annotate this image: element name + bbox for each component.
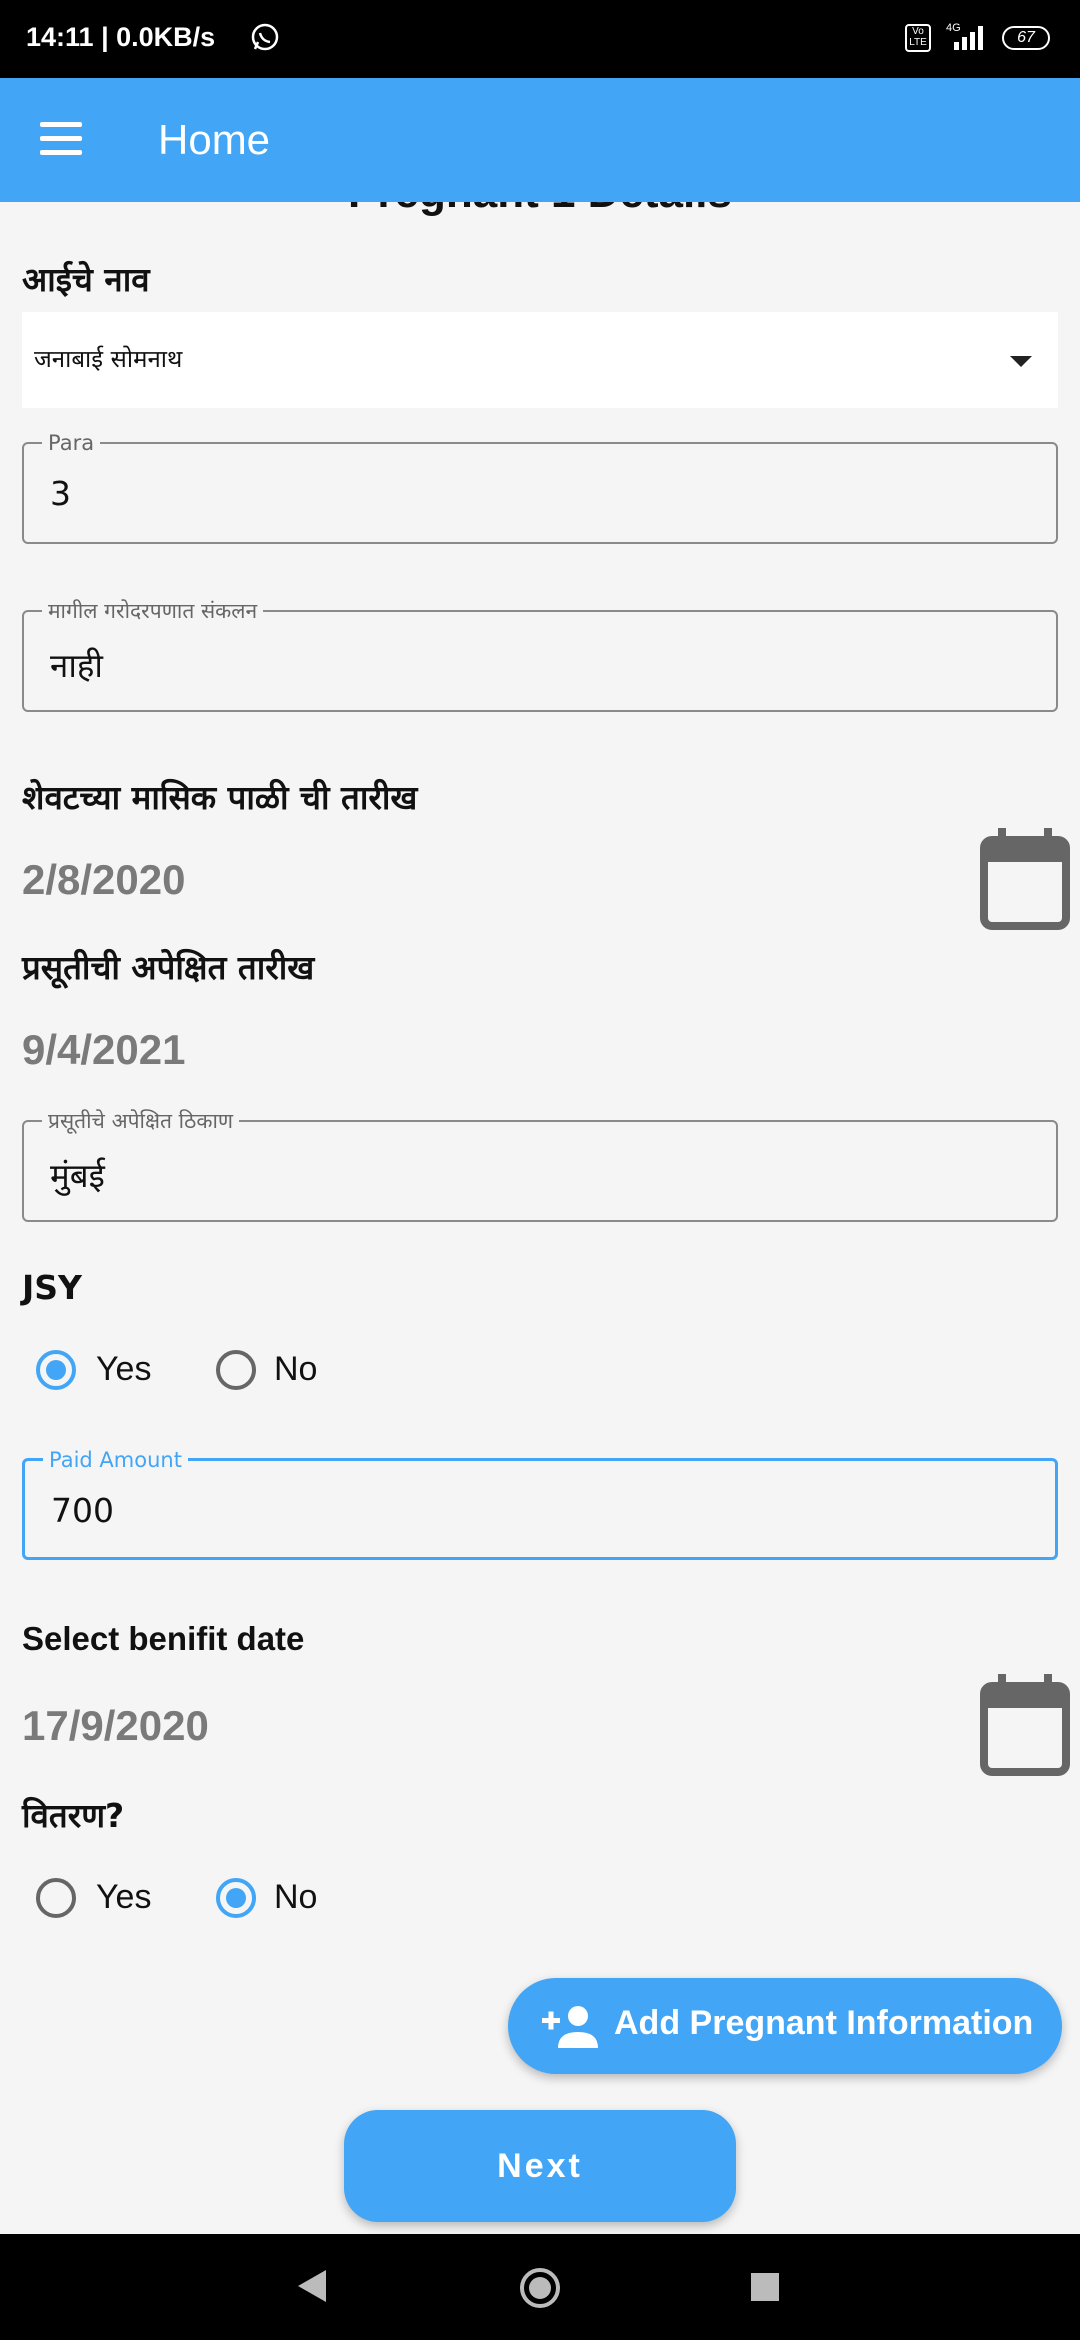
hamburger-menu-icon[interactable] bbox=[40, 122, 82, 156]
status-bar: 14:11 | 0.0KB/s Vo LTE 4G 67 bbox=[0, 0, 1080, 78]
edd-value: 9/4/2021 bbox=[22, 1026, 186, 1073]
page-title: Home bbox=[158, 116, 271, 163]
home-icon[interactable] bbox=[518, 2266, 562, 2310]
previous-complication-field[interactable]: मागील गरोदरपणात संकलन नाही bbox=[22, 598, 1058, 712]
previous-complication-value: नाही bbox=[50, 646, 103, 685]
mother-name-dropdown[interactable]: जनाबाई सोमनाथ bbox=[22, 312, 1058, 408]
add-person-icon bbox=[542, 2006, 598, 2048]
jsy-yes-radio[interactable] bbox=[36, 1350, 76, 1390]
add-pregnant-information-label: Add Pregnant Information bbox=[614, 2004, 1034, 2042]
system-navigation-bar bbox=[0, 2234, 1080, 2340]
battery-level: 67 bbox=[1017, 29, 1035, 46]
paid-amount-label: Paid Amount bbox=[43, 1447, 188, 1473]
mother-name-label: आईचे नाव bbox=[22, 260, 150, 299]
back-icon[interactable] bbox=[298, 2270, 328, 2302]
paid-amount-field[interactable]: Paid Amount 700 bbox=[22, 1447, 1058, 1560]
distribution-yes-radio[interactable] bbox=[36, 1878, 76, 1918]
distribution-label: वितरण? bbox=[22, 1796, 125, 1835]
benefit-calendar-icon[interactable] bbox=[978, 1674, 1072, 1778]
jsy-no-radio[interactable] bbox=[216, 1350, 256, 1390]
delivery-place-label: प्रसूतीचे अपेक्षित ठिकाण bbox=[42, 1108, 240, 1134]
benefit-date-label: Select benifit date bbox=[22, 1620, 305, 1657]
add-pregnant-information-button[interactable]: Add Pregnant Information bbox=[508, 1978, 1062, 2074]
lmp-date-value: 2/8/2020 bbox=[22, 856, 186, 903]
section-heading: Pregnant 1 Details bbox=[0, 202, 1080, 218]
previous-complication-label: मागील गरोदरपणात संकलन bbox=[42, 598, 264, 624]
para-value: 3 bbox=[50, 474, 71, 513]
lmp-calendar-icon[interactable] bbox=[978, 828, 1072, 932]
battery-icon: 67 bbox=[1002, 26, 1050, 50]
status-time: 14:11 | 0.0KB/s bbox=[26, 22, 216, 52]
dropdown-arrow-icon bbox=[1010, 356, 1032, 367]
distribution-no-label[interactable]: No bbox=[274, 1878, 317, 1917]
whatsapp-icon bbox=[251, 23, 279, 51]
delivery-place-value: मुंबई bbox=[50, 1156, 105, 1195]
volte-icon: Vo LTE bbox=[905, 24, 931, 52]
recents-icon[interactable] bbox=[750, 2272, 780, 2302]
next-button[interactable]: Next bbox=[344, 2110, 736, 2222]
signal-icon bbox=[954, 26, 983, 50]
benefit-date-value: 17/9/2020 bbox=[22, 1702, 209, 1749]
jsy-label: JSY bbox=[22, 1268, 82, 1307]
form-content[interactable]: Pregnant 1 Details आईचे नाव जनाबाई सोमना… bbox=[0, 202, 1080, 2234]
jsy-no-label[interactable]: No bbox=[274, 1350, 317, 1389]
mother-name-selected: जनाबाई सोमनाथ bbox=[34, 345, 183, 373]
paid-amount-value: 700 bbox=[51, 1491, 114, 1530]
jsy-yes-label[interactable]: Yes bbox=[96, 1350, 151, 1389]
distribution-no-radio[interactable] bbox=[216, 1878, 256, 1918]
app-bar: Home bbox=[0, 78, 1080, 202]
para-label: Para bbox=[42, 430, 101, 456]
para-field[interactable]: Para 3 bbox=[22, 430, 1058, 544]
delivery-place-field[interactable]: प्रसूतीचे अपेक्षित ठिकाण मुंबई bbox=[22, 1108, 1058, 1222]
edd-label: प्रसूतीची अपेक्षित तारीख bbox=[22, 948, 315, 987]
distribution-yes-label[interactable]: Yes bbox=[96, 1878, 151, 1917]
lmp-date-label: शेवटच्या मासिक पाळी ची तारीख bbox=[22, 778, 418, 817]
